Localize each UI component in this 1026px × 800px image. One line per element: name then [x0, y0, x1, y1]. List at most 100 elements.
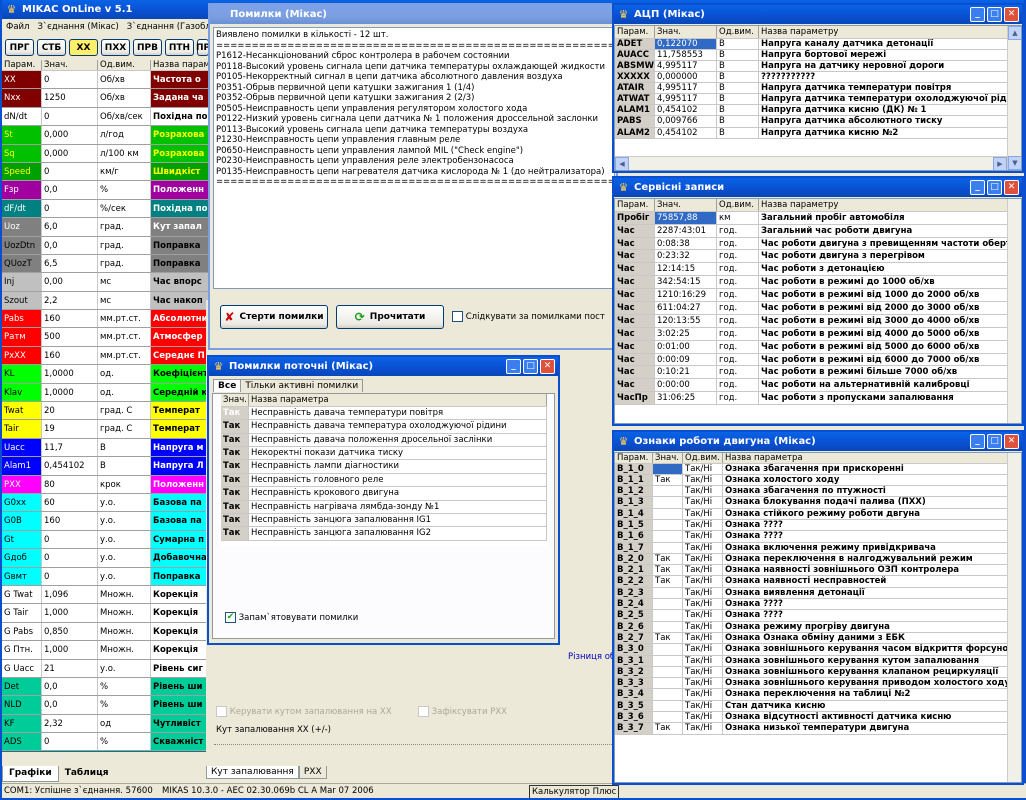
col-name[interactable]: Назва параметра — [249, 394, 547, 406]
table-row[interactable]: UozDtn 0,0 град. Поправка — [2, 236, 212, 255]
col-name[interactable]: Назва параметра — [723, 453, 1009, 463]
table-row[interactable]: B_2_2 Так Так/Ні Ознака наявності несправно… — [615, 576, 1021, 588]
minimize-icon[interactable]: _ — [970, 434, 985, 449]
table-row[interactable]: Gt 0 у.о. Сумарна п — [2, 530, 212, 550]
table-row[interactable]: B_2_1 Так Так/Ні Ознака наявності зовнішньо… — [615, 565, 1021, 577]
table-row[interactable]: B_1_6 Так/Ні Ознака ???? — [615, 531, 1021, 543]
table-row[interactable]: NLD 0,0% Рівень ши — [2, 696, 212, 715]
params-col-unit[interactable]: Од.вим. — [98, 60, 151, 70]
table-row[interactable]: St 0,000 л/год Розрахова — [2, 126, 212, 145]
col-value[interactable]: Знач. — [655, 26, 717, 38]
mode-pxx-button[interactable]: ПХХ — [101, 39, 130, 56]
close-icon[interactable]: ✕ — [540, 359, 555, 374]
table-row[interactable]: Tair 19 град. С Температ — [2, 420, 212, 439]
table-row[interactable]: Det 0,0% Рівень ши — [2, 677, 212, 697]
table-row[interactable]: G Twat 1,096 Множн. Корекція — [2, 585, 212, 605]
current-errors-titlebar[interactable]: ♛ Помилки поточні (Мікас) _ □ ✕ — [209, 357, 558, 376]
table-row[interactable]: G Птн. 1,000 Множн. Корекція — [2, 641, 212, 660]
table-row[interactable]: Uacc 11,7 В Напруга м — [2, 438, 212, 458]
col-param[interactable]: Парам. — [615, 453, 653, 463]
tab-all[interactable]: Все — [213, 379, 242, 392]
col-unit[interactable]: Од.вим. — [717, 26, 759, 38]
table-row[interactable]: ATWAT 4,995117 В Напруга датчика температур… — [615, 94, 1021, 106]
table-row[interactable]: PXX 80 крок Положенн — [2, 475, 212, 494]
table-row[interactable]: B_3_3 Так/Ні Ознака зовнішнього керування … — [615, 678, 1021, 690]
col-value[interactable]: Знач. — [655, 199, 717, 211]
table-row[interactable]: Szout 2,2 мс Час накоп — [2, 291, 212, 311]
col-unit[interactable]: Од.вим. — [683, 453, 723, 463]
table-row[interactable]: ADS 0% Скважніст — [2, 733, 212, 752]
scroll-down-icon[interactable]: ▼ — [1008, 156, 1021, 170]
table-row[interactable]: B_2_7 Так Так/Ні Ознака Ознака обміну даним… — [615, 632, 1021, 645]
table-row[interactable]: ALAM2 0,454102 В Напруга датчика кисню №2 — [615, 127, 1021, 139]
table-row[interactable]: Час 342:54:15 год. Час роботи в режимі до 1… — [615, 276, 1021, 290]
angle-checkbox[interactable]: Керувати кутом запалювання на ХХ — [216, 706, 392, 717]
errors-text[interactable]: Виявлено помилки в кількості - 12 шт. ==… — [213, 27, 615, 289]
mode-ptn-button[interactable]: ПТН — [165, 39, 194, 56]
table-row[interactable]: KL 1,0000 од. Коефіцієнт — [2, 365, 212, 384]
table-row[interactable]: ALAM1 0,454102 В Напруга датчика кисню (ДК)… — [615, 105, 1021, 117]
table-row[interactable]: B_3_2 Так/Ні Ознака зовнішнього керування … — [615, 666, 1021, 679]
minimize-icon[interactable]: _ — [970, 180, 985, 195]
table-row[interactable]: B_2_5 Так/Ні Ознака ???? — [615, 610, 1021, 622]
table-row[interactable]: G Pabs 0,850 Множн. Корекція — [2, 622, 212, 642]
table-row[interactable]: Час 2287:43:01 год. Загальний час роботи дв… — [615, 224, 1021, 238]
table-row[interactable]: PxXX 160 мм.рт.ст. Середнє П — [2, 346, 212, 366]
read-errors-button[interactable]: ⟳ Прочитати — [336, 305, 444, 329]
table-row[interactable]: B_3_7 Так Так/Ні Ознака низької температури… — [615, 723, 1021, 735]
table-row[interactable]: G Uacc 21 у.о. Рівень сиг — [2, 659, 212, 678]
table-row[interactable]: Pabs 160 мм.рт.ст. Абсолютни — [2, 310, 212, 329]
angle-check-box[interactable] — [216, 706, 227, 717]
maximize-icon[interactable]: □ — [987, 434, 1002, 449]
table-row[interactable]: Alam1 0,454102 В Напруга Л — [2, 457, 212, 476]
scroll-up-icon[interactable]: ▲ — [1008, 26, 1021, 40]
col-name[interactable]: Назва параметру — [759, 199, 1009, 211]
table-row[interactable]: Fзр 0,0% Положенн — [2, 181, 212, 200]
table-row[interactable]: Час 0:00:00 год. Час роботи на альтернативн… — [615, 379, 1021, 393]
col-unit[interactable]: Од.вим. — [717, 199, 759, 211]
table-row[interactable]: ABSMW 4,995117 В Напруга на датчику неровно… — [615, 60, 1021, 73]
service-vscroll[interactable] — [1007, 199, 1021, 423]
col-value[interactable]: Знач. — [221, 394, 249, 406]
table-row[interactable]: Час 0:08:38 год. Час роботи двигуна з преви… — [615, 237, 1021, 251]
table-row[interactable]: B_3_6 Так/Ні Ознака відсутності активності… — [615, 712, 1021, 724]
table-row[interactable]: Nxx 1250 Об/хв Задана ча — [2, 89, 212, 108]
table-row[interactable]: Час 1210:16:29 год. Час роботи в режимі від… — [615, 289, 1021, 303]
table-row[interactable]: Час 3:02:25 год. Час роботи в режимі від 40… — [615, 327, 1021, 341]
table-row[interactable]: Inj 0,00 мс Час впорс — [2, 273, 212, 292]
table-row[interactable]: B_3_5 Так/Ні Стан датчика кисню — [615, 700, 1021, 713]
table-row[interactable]: Час 0:23:32 год. Час роботи двигуна з перег… — [615, 250, 1021, 264]
table-row[interactable]: Так Несправність давача температура охоло… — [221, 420, 547, 434]
table-row[interactable]: G0xx 60 у.о. Базова па — [2, 493, 212, 513]
menu-connect-mikas[interactable]: З`єднання (Мікас) — [37, 22, 118, 32]
table-row[interactable]: B_2_3 Так/Ні Ознака виявлення детонації — [615, 587, 1021, 600]
table-row[interactable]: Так Несправність головного реле — [221, 473, 547, 488]
table-row[interactable]: dF/dt 0 %/сек Похідна по — [2, 199, 212, 219]
mode-xx-button[interactable]: ХХ — [69, 39, 98, 56]
table-row[interactable]: KF 2,32 од Чутливіст — [2, 714, 212, 734]
col-param[interactable]: Парам. — [615, 199, 655, 211]
maximize-icon[interactable]: □ — [987, 7, 1002, 22]
tab-rxx[interactable]: РХХ — [298, 766, 327, 779]
table-row[interactable]: Klav 1,0000 од. Середній к — [2, 383, 212, 403]
table-row[interactable]: Так Несправність давача температури повіт… — [221, 406, 547, 421]
table-row[interactable]: ADET 0,122070 В Напруга каналу датчика дето… — [615, 38, 1021, 50]
table-row[interactable]: Gвмт 0 у.о. Поправка — [2, 567, 212, 586]
tab-active-only[interactable]: Тільки активні помилки — [241, 379, 364, 392]
mode-prv-button[interactable]: ПРВ — [133, 39, 162, 56]
errors-titlebar[interactable]: Помилки (Мікас) — [210, 5, 616, 24]
table-row[interactable]: B_1_3 Так/Ні Ознака блокування подачі пали… — [615, 497, 1021, 509]
tab-graphs[interactable]: Графіки — [2, 766, 59, 782]
table-row[interactable]: dN/dt 0 Об/хв/сек Похідна по — [2, 107, 212, 127]
minimize-icon[interactable]: _ — [506, 359, 521, 374]
fix-rxx-checkbox[interactable]: Зафіксувати РХХ — [418, 706, 507, 717]
table-row[interactable]: Так Несправність занцюга запалювання IG1 — [221, 513, 547, 528]
menu-file[interactable]: Файл — [6, 22, 29, 32]
table-row[interactable]: Час 611:04:27 год. Час роботи в режимі від … — [615, 302, 1021, 315]
table-row[interactable]: B_2_6 Так/Ні Ознака режиму прогріву двигун… — [615, 621, 1021, 633]
clear-errors-button[interactable]: ✘ Стерти помилки — [220, 305, 328, 329]
table-row[interactable]: Час 0:10:21 год. Час роботи в режимі більше… — [615, 366, 1021, 380]
table-row[interactable]: B_1_7 Так/Ні Ознака включення режиму приві… — [615, 542, 1021, 554]
scroll-right-icon[interactable]: ▶ — [993, 157, 1007, 170]
angle-slider[interactable] — [214, 740, 612, 745]
